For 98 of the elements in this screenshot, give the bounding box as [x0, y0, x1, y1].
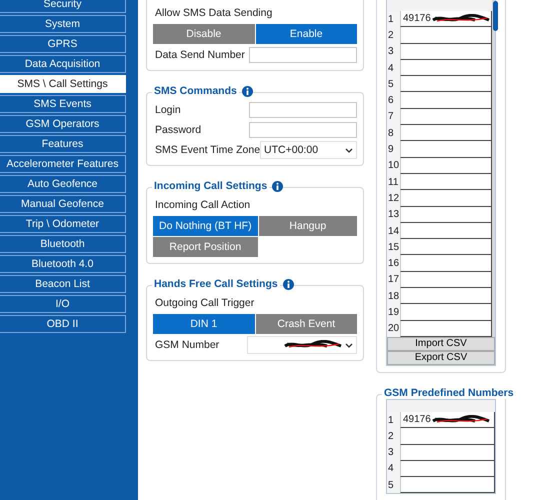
- row-number: 2: [387, 27, 400, 44]
- row-number: 14: [387, 222, 400, 240]
- option-button[interactable]: Hangup: [258, 216, 357, 236]
- option-button[interactable]: Crash Event: [256, 314, 357, 334]
- row-number: 20: [387, 320, 400, 337]
- row-number: 12: [387, 190, 400, 207]
- sidebar-item[interactable]: SMS Events: [0, 95, 126, 113]
- table-cell[interactable]: [400, 272, 492, 288]
- info-icon[interactable]: [242, 86, 253, 96]
- field-label: Data Send Number: [154, 49, 246, 61]
- dropdown[interactable]: UTC+00:00: [260, 141, 357, 159]
- section-title: Hands Free Call Settings: [152, 278, 280, 290]
- sidebar-item[interactable]: Bluetooth 4.0: [0, 255, 126, 273]
- row-number: 1: [387, 412, 400, 428]
- table-cell[interactable]: [400, 477, 495, 494]
- sidebar-item[interactable]: Auto Geofence: [0, 175, 126, 193]
- field-label: SMS Event Time Zone: [154, 144, 260, 156]
- sidebar-item[interactable]: SMS \ Call Settings: [0, 75, 126, 93]
- row-number: 17: [387, 272, 400, 288]
- table-cell[interactable]: [400, 190, 492, 207]
- table-cell[interactable]: [400, 27, 492, 44]
- row-number: 13: [387, 206, 400, 223]
- row-number: 5: [387, 76, 400, 92]
- field-label: Incoming Call Action: [154, 198, 252, 213]
- table-cell[interactable]: [400, 60, 492, 76]
- sidebar-item[interactable]: Manual Geofence: [0, 195, 126, 213]
- row-number: 10: [387, 158, 400, 174]
- section-title: SMS Commands: [152, 85, 239, 97]
- scrollbar[interactable]: [492, 0, 495, 337]
- table-cell[interactable]: [400, 239, 492, 256]
- sidebar-item[interactable]: Beacon List: [0, 275, 126, 293]
- table-cell[interactable]: [400, 304, 492, 321]
- row-number: 5: [387, 477, 400, 494]
- section-title: GSM Predefined Numbers: [382, 386, 516, 399]
- field-label: Password: [154, 124, 202, 136]
- table-cell[interactable]: [400, 92, 492, 109]
- option-button[interactable]: DIN 1: [153, 314, 254, 334]
- input-field[interactable]: [249, 47, 357, 63]
- sidebar-item[interactable]: Trip \ Odometer: [0, 215, 126, 233]
- row-number: 16: [387, 255, 400, 272]
- table-cell[interactable]: [400, 44, 492, 60]
- table-cell[interactable]: [400, 174, 492, 190]
- sidebar-item[interactable]: Data Acquisition: [0, 55, 126, 73]
- section-title: Incoming Call Settings: [152, 180, 270, 192]
- chevron-down-icon: [345, 148, 353, 152]
- row-number: 8: [387, 125, 400, 142]
- chevron-down-icon: [345, 342, 353, 348]
- sidebar-item[interactable]: Features: [0, 135, 126, 153]
- field-label: Outgoing Call Trigger: [154, 296, 256, 311]
- row-number: 19: [387, 304, 400, 321]
- row-number: 11: [387, 174, 400, 190]
- dropdown[interactable]: [247, 336, 357, 354]
- table-cell[interactable]: 49176: [400, 412, 495, 428]
- option-button[interactable]: Report Position: [153, 237, 258, 257]
- table-cell[interactable]: [400, 428, 495, 445]
- sidebar-item[interactable]: System: [0, 15, 126, 33]
- sidebar-item[interactable]: OBD II: [0, 315, 126, 333]
- table-cell[interactable]: [400, 288, 492, 304]
- row-number: 18: [387, 288, 400, 304]
- csv-button[interactable]: Import CSV: [387, 336, 495, 351]
- table-cell[interactable]: [400, 444, 495, 461]
- table-cell[interactable]: [400, 125, 492, 142]
- table-cell[interactable]: [400, 141, 492, 158]
- option-button[interactable]: Do Nothing (BT HF): [153, 216, 258, 236]
- row-number: 7: [387, 108, 400, 126]
- table-cell[interactable]: [400, 76, 492, 92]
- sidebar-item[interactable]: GSM Operators: [0, 115, 126, 133]
- row-number: 6: [387, 92, 400, 109]
- table-cell[interactable]: 49176: [400, 11, 492, 28]
- table-cell[interactable]: [400, 255, 492, 272]
- table-cell[interactable]: [400, 108, 492, 126]
- sidebar-item[interactable]: GPRS: [0, 35, 126, 53]
- row-number: 3: [387, 44, 400, 60]
- row-number: 15: [387, 239, 400, 256]
- field-label: Allow SMS Data Sending: [154, 6, 274, 21]
- option-button[interactable]: Disable: [153, 24, 254, 44]
- table-cell[interactable]: [400, 206, 492, 223]
- row-number: 9: [387, 141, 400, 158]
- table-cell[interactable]: [400, 222, 492, 240]
- input-field[interactable]: [249, 102, 357, 118]
- row-number: 4: [387, 60, 400, 76]
- field-label: Login: [154, 104, 182, 116]
- sidebar-item[interactable]: Bluetooth: [0, 235, 126, 253]
- row-number: 4: [387, 460, 400, 478]
- row-number: 1: [387, 11, 400, 28]
- info-icon[interactable]: [272, 180, 284, 192]
- row-number: 3: [387, 444, 400, 461]
- field-label: GSM Number: [154, 339, 220, 351]
- table-cell[interactable]: [400, 320, 492, 337]
- row-number: 2: [387, 428, 400, 445]
- table-cell[interactable]: [400, 158, 492, 174]
- input-field[interactable]: [249, 122, 357, 138]
- table-cell[interactable]: [400, 460, 495, 478]
- sidebar-item[interactable]: I/O: [0, 295, 126, 313]
- option-button[interactable]: Enable: [256, 24, 357, 44]
- sidebar-item[interactable]: Accelerometer Features: [0, 155, 126, 173]
- info-icon[interactable]: [282, 278, 294, 290]
- csv-button[interactable]: Export CSV: [387, 350, 495, 365]
